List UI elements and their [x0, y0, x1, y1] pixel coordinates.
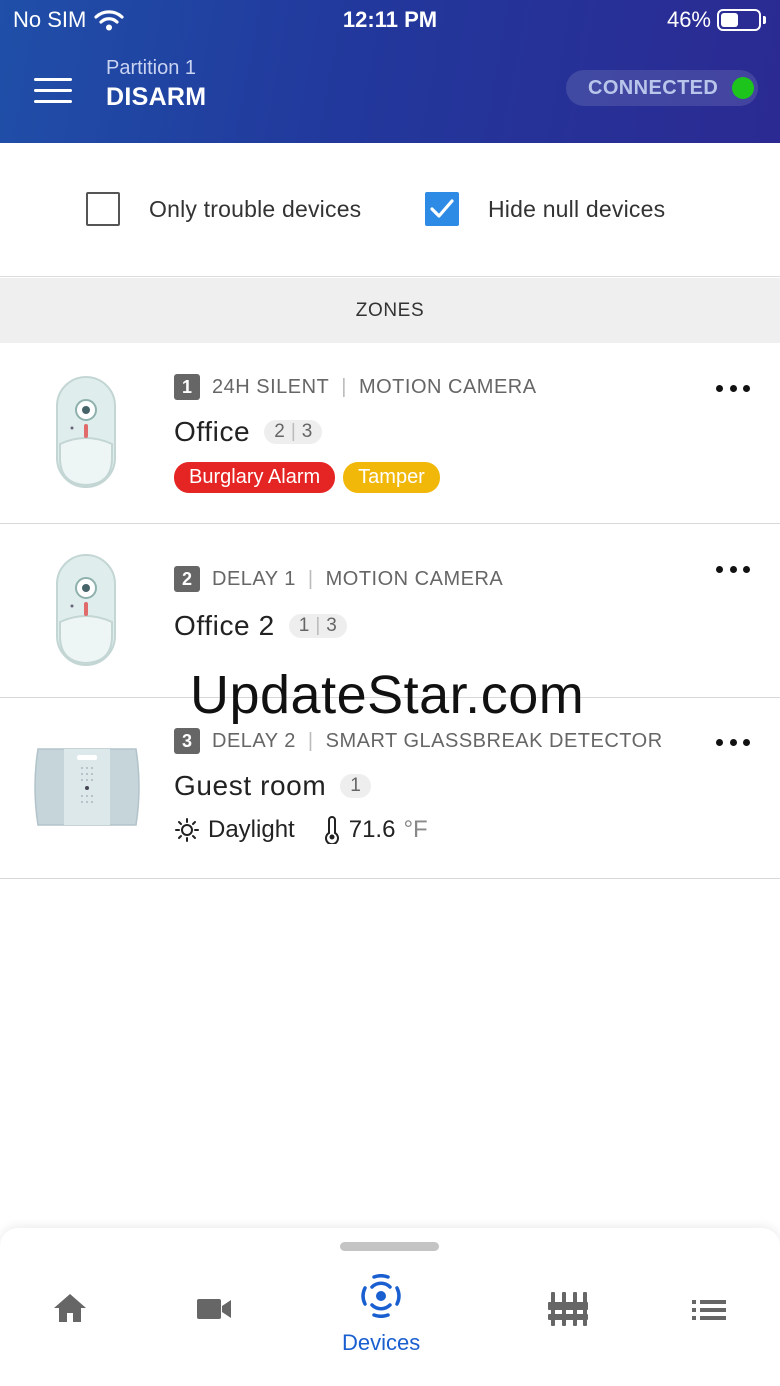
- zone-name: Office: [174, 416, 251, 447]
- status-bar: No SIM 12:11 PM 46%: [0, 0, 780, 40]
- zone-name-row: Office 2 1 | 3: [174, 610, 347, 642]
- zone-type: DELAY 1: [212, 567, 296, 590]
- nav-camera[interactable]: [196, 1296, 232, 1322]
- status-dot-icon: [732, 77, 755, 99]
- more-options-icon[interactable]: [716, 563, 750, 575]
- zone-row[interactable]: 1 24H SILENT | MOTION CAMERA Office 2 | 3 …: [0, 343, 780, 524]
- app-header: No SIM 12:11 PM 46% Partition 1 DISARM C…: [0, 0, 780, 143]
- partition-label: Partition 1: [106, 57, 197, 79]
- partition-badge: 1 | 3: [288, 614, 347, 638]
- light-sensor: Daylight: [174, 816, 295, 844]
- partition-number: 1: [350, 775, 361, 796]
- check-icon: [430, 199, 454, 218]
- temperature-sensor: 71.6 °F: [323, 816, 428, 844]
- zone-name: Guest room: [174, 770, 327, 801]
- zone-number-badge: 1: [174, 374, 200, 400]
- light-value: Daylight: [208, 816, 295, 843]
- hide-null-filter[interactable]: Hide null devices: [425, 192, 665, 226]
- arm-state-title[interactable]: DISARM: [106, 83, 206, 112]
- partition-number: 3: [326, 615, 337, 636]
- device-filters: Only trouble devices Hide null devices: [0, 143, 780, 277]
- watermark-text: UpdateStar.com: [190, 665, 585, 725]
- zone-meta: 3 DELAY 2 | SMART GLASSBREAK DETECTOR: [174, 728, 663, 754]
- nav-list[interactable]: [692, 1299, 726, 1321]
- zone-name-row: Office 2 | 3: [174, 416, 323, 448]
- partition-number: 2: [274, 421, 285, 442]
- motion-camera-icon: [56, 554, 116, 666]
- zone-number-badge: 3: [174, 728, 200, 754]
- more-options-icon[interactable]: [716, 736, 750, 748]
- zone-type: DELAY 2: [212, 729, 296, 752]
- camera-icon: [197, 1299, 231, 1319]
- clock: 12:11 PM: [342, 7, 438, 32]
- battery-indicator: 46%: [667, 7, 766, 33]
- partition-badge: 2 | 3: [264, 420, 323, 444]
- bottom-navigation: Devices: [0, 1228, 780, 1386]
- connection-label: CONNECTED: [588, 76, 719, 99]
- home-icon: [54, 1294, 86, 1322]
- zone-sensors: Daylight 71.6 °F: [174, 816, 456, 844]
- devices-icon: [361, 1274, 401, 1318]
- battery-icon: [717, 9, 761, 31]
- nav-home[interactable]: [52, 1292, 88, 1324]
- device-type: SMART GLASSBREAK DETECTOR: [325, 729, 663, 752]
- brightness-icon: [175, 818, 199, 842]
- zones-section-header: ZONES: [0, 278, 780, 343]
- hide-null-label: Hide null devices: [488, 195, 666, 222]
- more-options-icon[interactable]: [716, 382, 750, 394]
- nav-devices[interactable]: Devices: [342, 1274, 420, 1356]
- zone-number-badge: 2: [174, 566, 200, 592]
- zone-meta: 2 DELAY 1 | MOTION CAMERA: [174, 566, 503, 592]
- partition-badge: 1: [340, 774, 371, 798]
- zone-name: Office 2: [174, 610, 275, 641]
- nav-controls[interactable]: [548, 1290, 588, 1328]
- connection-status: CONNECTED: [566, 70, 758, 106]
- only-trouble-checkbox[interactable]: [86, 192, 120, 226]
- temperature-value: 71.6: [348, 816, 396, 843]
- motion-camera-icon: [56, 376, 116, 488]
- burglary-alarm-tag: Burglary Alarm: [174, 462, 336, 493]
- zone-meta: 1 24H SILENT | MOTION CAMERA: [174, 374, 537, 400]
- battery-percent: 46%: [666, 7, 711, 32]
- drag-handle[interactable]: [340, 1242, 439, 1251]
- partition-number: 3: [301, 421, 313, 442]
- device-type: MOTION CAMERA: [358, 375, 537, 398]
- glassbreak-detector-icon: [34, 748, 140, 826]
- equalizer-icon: [548, 1292, 588, 1326]
- zone-type: 24H SILENT: [212, 375, 330, 398]
- tamper-tag: Tamper: [343, 462, 440, 493]
- nav-devices-label: Devices: [342, 1330, 421, 1355]
- only-trouble-filter[interactable]: Only trouble devices: [86, 192, 361, 226]
- temperature-unit: °F: [403, 816, 428, 843]
- zone-tags: Burglary Alarm Tamper: [174, 462, 440, 493]
- device-type: MOTION CAMERA: [325, 567, 504, 590]
- thermometer-icon: [324, 816, 339, 844]
- hamburger-menu-button[interactable]: [34, 78, 72, 104]
- list-icon: [692, 1300, 726, 1320]
- zone-name-row: Guest room 1: [174, 770, 371, 802]
- partition-number: 1: [298, 615, 310, 636]
- hide-null-checkbox[interactable]: [425, 192, 459, 226]
- only-trouble-label: Only trouble devices: [149, 195, 362, 222]
